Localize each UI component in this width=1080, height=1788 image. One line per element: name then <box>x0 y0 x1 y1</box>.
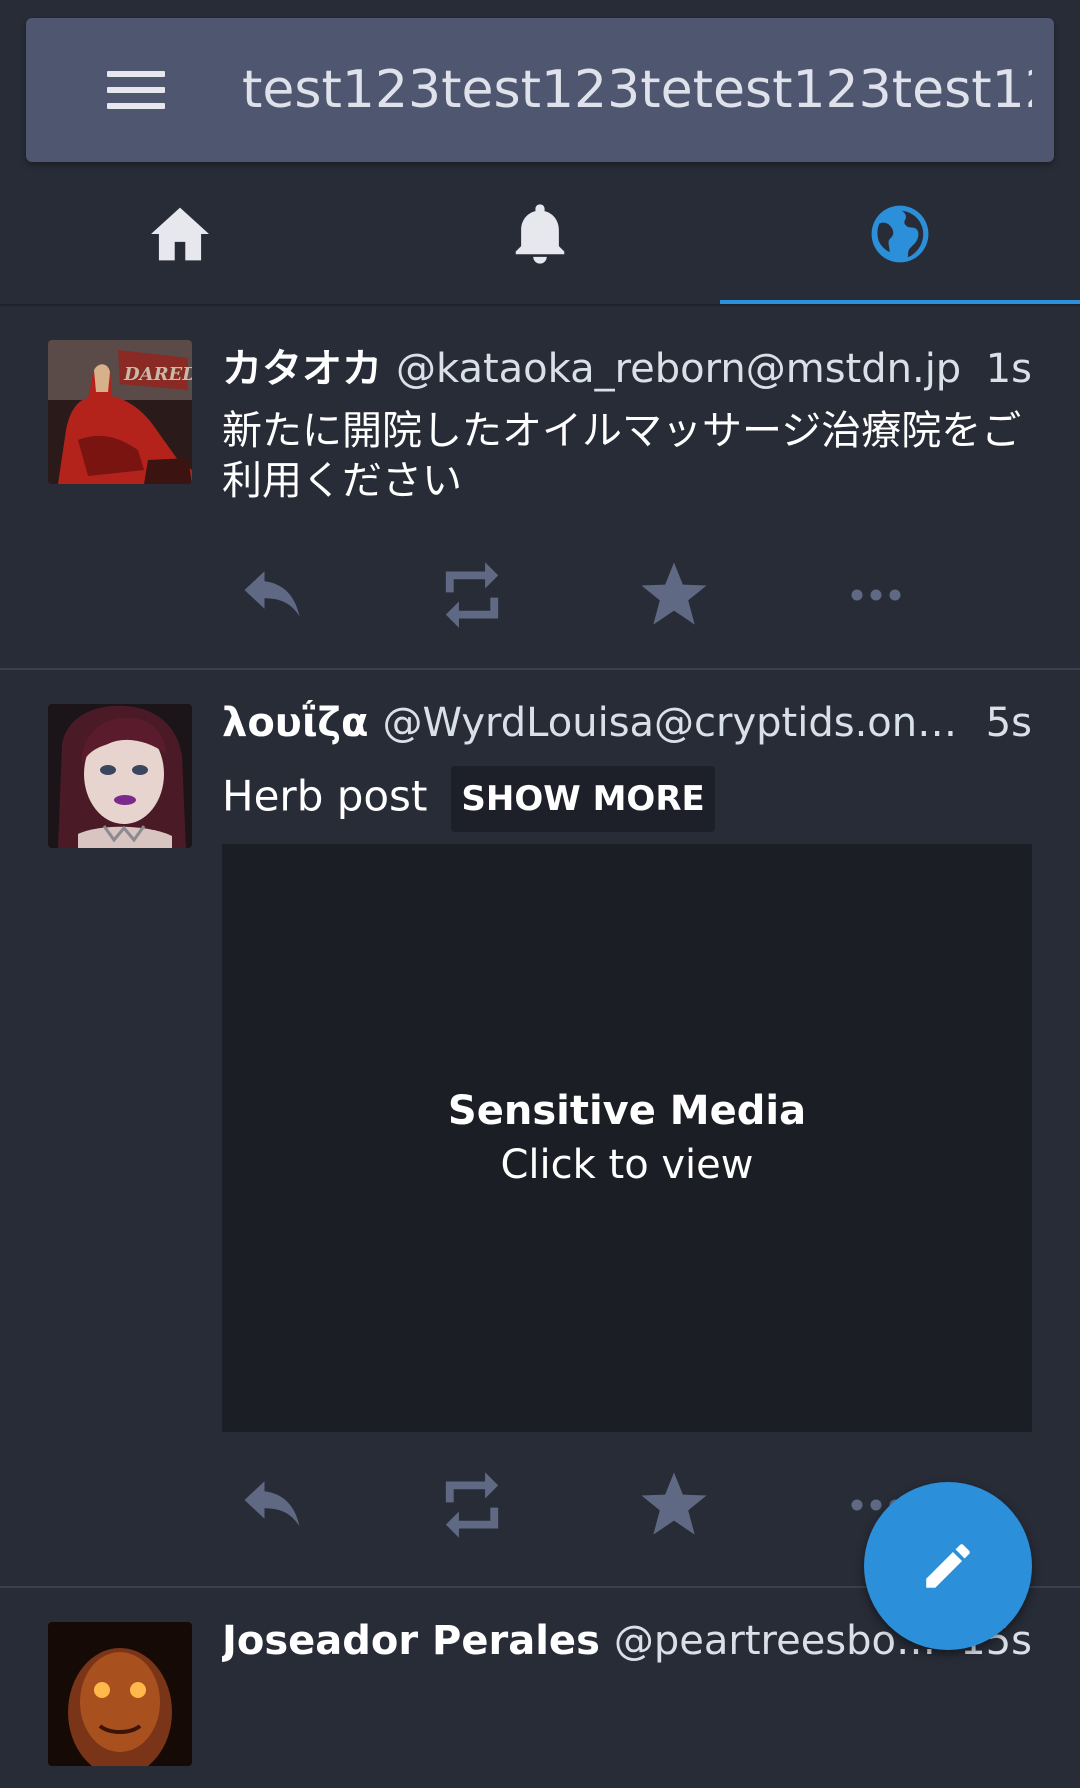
globe-icon <box>871 205 929 263</box>
timestamp[interactable]: 5s <box>986 700 1032 746</box>
tab-federated[interactable] <box>720 162 1080 306</box>
hamburger-icon <box>107 70 165 110</box>
avatar[interactable] <box>48 1622 192 1766</box>
boost-button[interactable] <box>422 1460 522 1550</box>
status-content: 新たに開院したオイルマッサージ治療院をご利用ください <box>222 408 1022 504</box>
compose-button[interactable] <box>864 1482 1032 1650</box>
status-content: Herb post SHOW MORE <box>222 766 1032 832</box>
display-name[interactable]: λουΐζα <box>222 700 369 746</box>
tab-bar <box>0 162 1080 306</box>
status-header: カタオカ @kataoka_reborn@mstdn.jp 1s <box>222 336 1032 396</box>
status-text: Herb post <box>222 771 428 821</box>
top-search-bar: test123test123tetest123test123 <box>26 18 1054 162</box>
home-icon <box>151 207 209 261</box>
reply-icon <box>244 1481 300 1527</box>
tab-notifications[interactable] <box>360 162 720 306</box>
reply-icon <box>244 571 300 617</box>
star-icon <box>641 562 707 625</box>
status-item: DAREDEV カタオカ @kataoka_reborn@mstdn.jp 1s… <box>0 306 1080 670</box>
sensitive-media-subtitle: Click to view <box>500 1142 754 1188</box>
sensitive-media-overlay[interactable]: Sensitive Media Click to view <box>222 844 1032 1432</box>
display-name[interactable]: カタオカ <box>222 336 382 394</box>
pencil-icon <box>926 1544 970 1588</box>
ellipsis-icon <box>851 589 901 601</box>
star-icon <box>641 1472 707 1535</box>
status-item: λουΐζα @WyrdLouisa@cryptids.online 5s He… <box>0 670 1080 1588</box>
sensitive-media-title: Sensitive Media <box>447 1088 807 1134</box>
reply-button[interactable] <box>222 550 322 640</box>
avatar[interactable]: DAREDEV <box>48 340 192 484</box>
display-name[interactable]: Joseador Perales <box>222 1618 600 1664</box>
bell-icon <box>515 204 565 264</box>
favourite-button[interactable] <box>624 550 724 640</box>
favourite-button[interactable] <box>624 1460 724 1550</box>
status-header: λουΐζα @WyrdLouisa@cryptids.online 5s <box>222 700 1032 760</box>
search-input[interactable]: test123test123tetest123test123 <box>242 54 1032 126</box>
account-handle[interactable]: @WyrdLouisa@cryptids.online <box>383 700 966 746</box>
show-more-button[interactable]: SHOW MORE <box>451 766 715 832</box>
account-handle[interactable]: @kataoka_reborn@mstdn.jp <box>396 346 966 392</box>
boost-button[interactable] <box>422 550 522 640</box>
boost-icon <box>445 562 499 628</box>
svg-text:DAREDEV: DAREDEV <box>123 364 192 385</box>
more-button[interactable] <box>826 550 926 640</box>
boost-icon <box>445 1472 499 1538</box>
status-action-bar <box>222 550 1022 640</box>
timestamp[interactable]: 1s <box>986 346 1032 392</box>
tab-home[interactable] <box>0 162 360 306</box>
reply-button[interactable] <box>222 1460 322 1550</box>
menu-button[interactable] <box>86 58 186 122</box>
avatar[interactable] <box>48 704 192 848</box>
